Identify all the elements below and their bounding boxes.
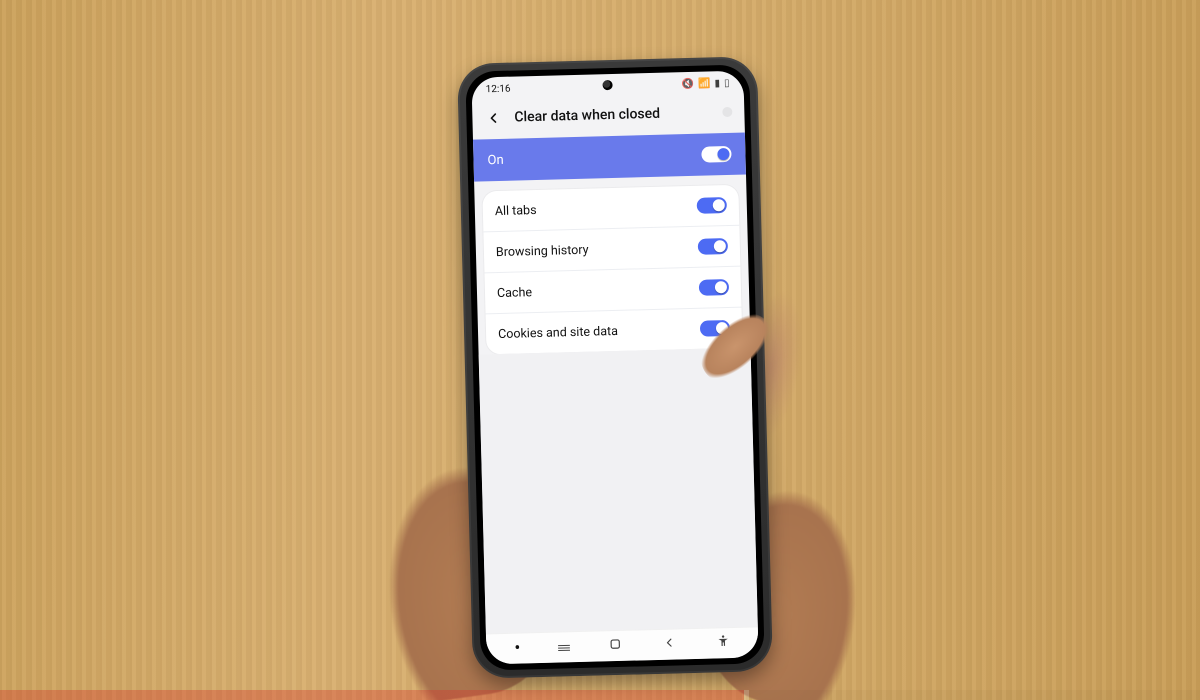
status-time: 12:16 <box>486 83 511 95</box>
master-toggle-label: On <box>487 152 504 167</box>
recents-button[interactable]: ||| <box>556 644 572 652</box>
header-trailing-spot <box>722 107 732 117</box>
accessibility-icon <box>716 634 730 648</box>
wifi-icon: 📶 <box>698 78 711 89</box>
toggle-cache[interactable] <box>699 279 729 296</box>
signal-icon: ▮ <box>714 78 720 89</box>
settings-row-label: Browsing history <box>496 242 589 259</box>
chevron-left-icon <box>485 110 501 126</box>
toggle-history[interactable] <box>698 238 728 255</box>
settings-row-label: Cookies and site data <box>498 323 618 341</box>
settings-list: All tabs Browsing history Cache Cookies … <box>482 185 742 355</box>
settings-row-cache[interactable]: Cache <box>484 267 741 315</box>
settings-row-cookies[interactable]: Cookies and site data <box>486 308 743 355</box>
toggle-all-tabs[interactable] <box>697 197 727 214</box>
mute-icon: 🔇 <box>682 78 695 89</box>
page-title: Clear data when closed <box>514 104 712 125</box>
square-icon <box>608 637 622 651</box>
settings-row-history[interactable]: Browsing history <box>483 226 740 274</box>
phone-device: 12:16 🔇 📶 ▮ ▯ Clear data when closed <box>457 56 773 679</box>
master-toggle-row[interactable]: On <box>473 133 746 182</box>
desk-background: 12:16 🔇 📶 ▮ ▯ Clear data when closed <box>0 0 1200 700</box>
android-nav-bar: • ||| <box>486 626 759 664</box>
chevron-left-icon <box>662 635 676 649</box>
settings-row-label: All tabs <box>495 203 537 219</box>
battery-icon: ▯ <box>724 77 730 88</box>
settings-row-all-tabs[interactable]: All tabs <box>482 185 739 233</box>
settings-row-label: Cache <box>497 285 532 301</box>
toggle-cookies[interactable] <box>700 320 730 337</box>
back-button[interactable] <box>482 107 505 130</box>
accessibility-button[interactable] <box>716 634 730 652</box>
home-button[interactable] <box>608 637 622 655</box>
screen-empty-area <box>479 347 758 633</box>
nav-back-button[interactable] <box>662 635 676 653</box>
video-progress-bar <box>0 690 1200 700</box>
master-toggle-switch[interactable] <box>701 146 731 163</box>
